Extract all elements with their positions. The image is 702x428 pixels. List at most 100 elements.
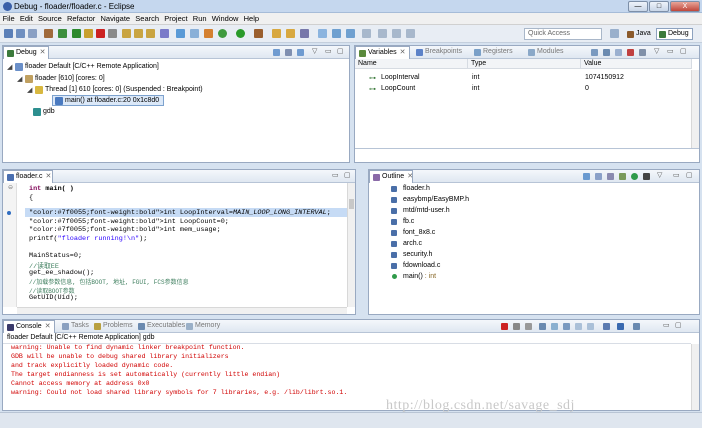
sort-icon[interactable] bbox=[583, 173, 590, 180]
close-icon[interactable]: ✕ bbox=[407, 173, 413, 180]
tree-item-gdb[interactable]: gdb bbox=[43, 108, 55, 115]
editor-scrollbar-vertical[interactable] bbox=[347, 183, 355, 307]
expand-toggle-icon[interactable]: ◢ bbox=[17, 75, 22, 83]
disconnect-icon[interactable] bbox=[108, 29, 117, 38]
editor-scrollbar-horizontal[interactable] bbox=[17, 307, 347, 314]
outline-item[interactable]: fdownload.c bbox=[403, 262, 440, 269]
group-includes-icon[interactable] bbox=[643, 173, 650, 180]
code-line[interactable]: "color:#7f0055;font-weight:bold">int mem… bbox=[29, 226, 221, 234]
close-icon[interactable]: ✕ bbox=[45, 173, 51, 180]
outline-item[interactable]: mtd/mtd-user.h bbox=[403, 207, 450, 214]
skip-breakpoints-icon[interactable] bbox=[58, 29, 67, 38]
breakpoint-icon[interactable] bbox=[7, 211, 11, 215]
scroll-thumb[interactable] bbox=[349, 199, 354, 209]
tab-console[interactable]: Console ✕ bbox=[3, 320, 55, 333]
code-line[interactable]: "color:#7f0055;font-weight:bold">int Loo… bbox=[29, 209, 331, 217]
chevron-down-icon[interactable]: ▽ bbox=[654, 47, 659, 55]
hide-nonpublic-icon[interactable] bbox=[619, 173, 626, 180]
minimize-view-icon[interactable]: ▭ bbox=[667, 47, 674, 55]
code-line[interactable]: get_ee_shadow(); bbox=[29, 269, 94, 277]
tab-breakpoints[interactable]: Breakpoints bbox=[413, 46, 469, 59]
last-edit-icon[interactable] bbox=[378, 29, 387, 38]
minimize-button[interactable]: — bbox=[628, 1, 648, 12]
pin-editor-icon[interactable] bbox=[362, 29, 371, 38]
expand-toggle-icon[interactable]: ◢ bbox=[27, 86, 32, 94]
search-icon[interactable] bbox=[300, 29, 309, 38]
minimize-view-icon[interactable]: ▭ bbox=[663, 321, 670, 329]
tab-floader-c[interactable]: floader.c ✕ bbox=[3, 170, 53, 183]
outline-item[interactable]: easybmp/EasyBMP.h bbox=[403, 196, 469, 203]
chevron-down-icon[interactable]: ▽ bbox=[657, 171, 662, 179]
perspective-debug[interactable]: Debug bbox=[656, 28, 693, 40]
save-icon[interactable] bbox=[16, 29, 25, 38]
code-line[interactable]: printf("floader running!\n"); bbox=[29, 235, 147, 243]
display-console-icon[interactable] bbox=[617, 323, 624, 330]
new-folder-icon[interactable] bbox=[272, 29, 281, 38]
forward-icon[interactable] bbox=[406, 29, 415, 38]
toggle-mark-icon[interactable] bbox=[318, 29, 327, 38]
tree-item-launch[interactable]: floader Default [C/C++ Remote Applicatio… bbox=[25, 63, 159, 70]
outline-item[interactable]: fb.c bbox=[403, 218, 414, 225]
menu-search[interactable]: Search bbox=[133, 13, 162, 25]
menu-navigate[interactable]: Navigate bbox=[98, 13, 133, 25]
maximize-button[interactable]: □ bbox=[649, 1, 669, 12]
tab-debug[interactable]: Debug ✕ bbox=[3, 46, 49, 59]
pin-icon[interactable] bbox=[190, 29, 199, 38]
step-over-icon[interactable] bbox=[134, 29, 143, 38]
remove-all-launches-icon[interactable] bbox=[525, 323, 532, 330]
menu-source[interactable]: Source bbox=[35, 13, 64, 25]
show-on-stderr-icon[interactable] bbox=[587, 323, 594, 330]
save-all-icon[interactable] bbox=[28, 29, 37, 38]
console-scrollbar[interactable] bbox=[691, 344, 699, 410]
column-type[interactable]: Type bbox=[468, 59, 581, 69]
close-icon[interactable]: ✕ bbox=[45, 323, 51, 330]
suspend-icon[interactable] bbox=[84, 29, 93, 38]
tab-problems[interactable]: Problems bbox=[91, 320, 137, 333]
minimize-view-icon[interactable]: ▭ bbox=[332, 171, 339, 179]
annotation-prev-icon[interactable] bbox=[346, 29, 355, 38]
var-value-loopinterval[interactable]: 1074150912 bbox=[585, 74, 624, 81]
connect-icon[interactable] bbox=[176, 29, 185, 38]
ext-tools-icon[interactable] bbox=[204, 29, 213, 38]
code-line[interactable]: int main( ) bbox=[29, 185, 74, 193]
link-icon[interactable] bbox=[297, 49, 304, 56]
variables-scrollbar[interactable] bbox=[691, 70, 699, 148]
maximize-view-icon[interactable]: ▢ bbox=[686, 171, 693, 179]
chevron-down-icon[interactable]: ▽ bbox=[312, 47, 317, 55]
tab-tasks[interactable]: Tasks bbox=[59, 320, 95, 333]
open-console-icon[interactable] bbox=[633, 323, 640, 330]
hide-static-icon[interactable] bbox=[607, 173, 614, 180]
hide-macros-icon[interactable] bbox=[631, 173, 638, 180]
close-icon[interactable]: ✕ bbox=[400, 49, 406, 56]
back-icon[interactable] bbox=[392, 29, 401, 38]
minimize-view-icon[interactable]: ▭ bbox=[325, 47, 332, 55]
tab-variables[interactable]: Variables ✕ bbox=[355, 46, 410, 59]
code-line[interactable]: GetUID(Uid); bbox=[29, 294, 78, 302]
var-name-loopcount[interactable]: LoopCount bbox=[381, 85, 415, 92]
remove-launch-icon[interactable] bbox=[513, 323, 520, 330]
scroll-lock-icon[interactable] bbox=[551, 323, 558, 330]
menu-window[interactable]: Window bbox=[209, 13, 241, 25]
quick-access-input[interactable]: Quick Access bbox=[524, 28, 602, 40]
new-icon[interactable] bbox=[4, 29, 13, 38]
code-line[interactable]: MainStatus=0; bbox=[29, 252, 82, 260]
hide-fields-icon[interactable] bbox=[595, 173, 602, 180]
outline-item[interactable]: arch.c bbox=[403, 240, 422, 247]
show-type-names-icon[interactable] bbox=[591, 49, 598, 56]
collapse-all-icon[interactable] bbox=[273, 49, 280, 56]
show-on-stdout-icon[interactable] bbox=[575, 323, 582, 330]
menu-project[interactable]: Project bbox=[162, 13, 191, 25]
editor-gutter[interactable] bbox=[3, 183, 17, 307]
collapse-all-icon[interactable] bbox=[615, 49, 622, 56]
run-icon[interactable] bbox=[236, 29, 245, 38]
minimize-view-icon[interactable]: ▭ bbox=[673, 171, 680, 179]
remove-all-icon[interactable] bbox=[627, 49, 634, 56]
tab-executables[interactable]: Executables bbox=[135, 320, 189, 333]
step-return-icon[interactable] bbox=[146, 29, 155, 38]
resume-icon[interactable] bbox=[72, 29, 81, 38]
open-type-icon[interactable] bbox=[286, 29, 295, 38]
outline-item[interactable]: floader.h bbox=[403, 185, 430, 192]
view-menu-icon[interactable] bbox=[285, 49, 292, 56]
close-button[interactable]: X bbox=[670, 1, 700, 12]
maximize-view-icon[interactable]: ▢ bbox=[337, 47, 344, 55]
